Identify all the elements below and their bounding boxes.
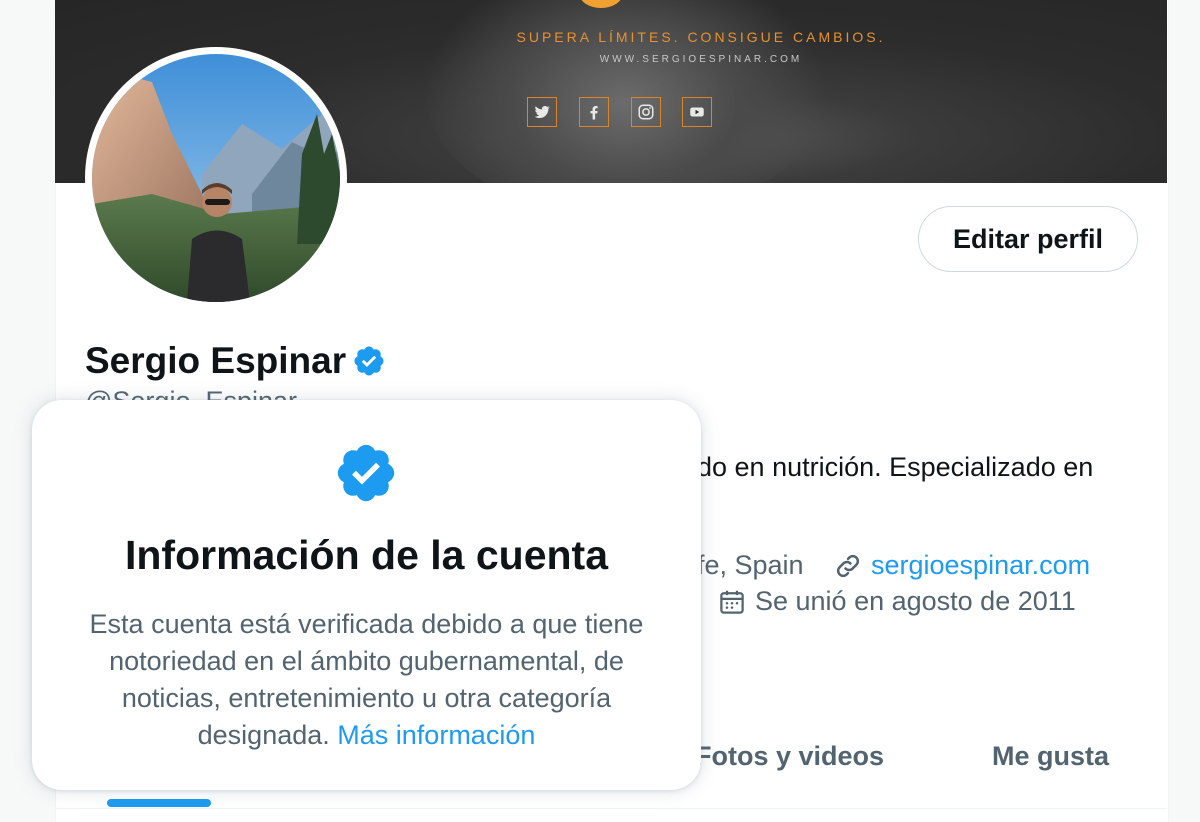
youtube-icon — [682, 97, 712, 127]
edit-profile-button[interactable]: Editar perfil — [918, 206, 1138, 272]
more-info-link[interactable]: Más información — [337, 720, 535, 750]
location-text: fe, Spain — [697, 550, 804, 580]
joined-text: Se unió en agosto de 2011 — [755, 586, 1076, 616]
profile-bio: do en nutrición. Especializado en — [697, 452, 1094, 482]
verified-badge-icon[interactable] — [352, 344, 386, 378]
tab-photos-videos[interactable]: Fotos y videos — [695, 741, 884, 772]
account-info-popover: Información de la cuenta Esta cuenta est… — [32, 400, 701, 790]
banner-figure — [425, 0, 825, 183]
profile-website[interactable]: sergioespinar.com — [833, 550, 1090, 581]
facebook-icon — [579, 97, 609, 127]
link-icon — [836, 554, 860, 577]
banner-slogan: SUPERA LÍMITES. CONSIGUE CAMBIOS. — [516, 29, 886, 45]
profile-joined: Se unió en agosto de 2011 — [717, 586, 1076, 617]
tabs-divider — [55, 808, 1167, 809]
popover-title: Información de la cuenta — [125, 532, 608, 578]
active-tab-indicator — [107, 799, 211, 807]
calendar-icon — [720, 590, 744, 614]
twitter-icon — [527, 97, 557, 127]
website-link[interactable]: sergioespinar.com — [871, 550, 1090, 581]
profile-avatar[interactable] — [85, 47, 347, 309]
tab-likes[interactable]: Me gusta — [992, 741, 1109, 772]
verified-badge-icon — [337, 444, 395, 502]
profile-location: fe, Spain — [697, 550, 804, 581]
popover-body: Esta cuenta está verificada debido a que… — [72, 606, 661, 754]
profile-name-row: Sergio Espinar — [85, 340, 386, 382]
instagram-icon — [631, 97, 661, 127]
avatar-photo — [92, 54, 340, 302]
display-name: Sergio Espinar — [85, 340, 347, 381]
